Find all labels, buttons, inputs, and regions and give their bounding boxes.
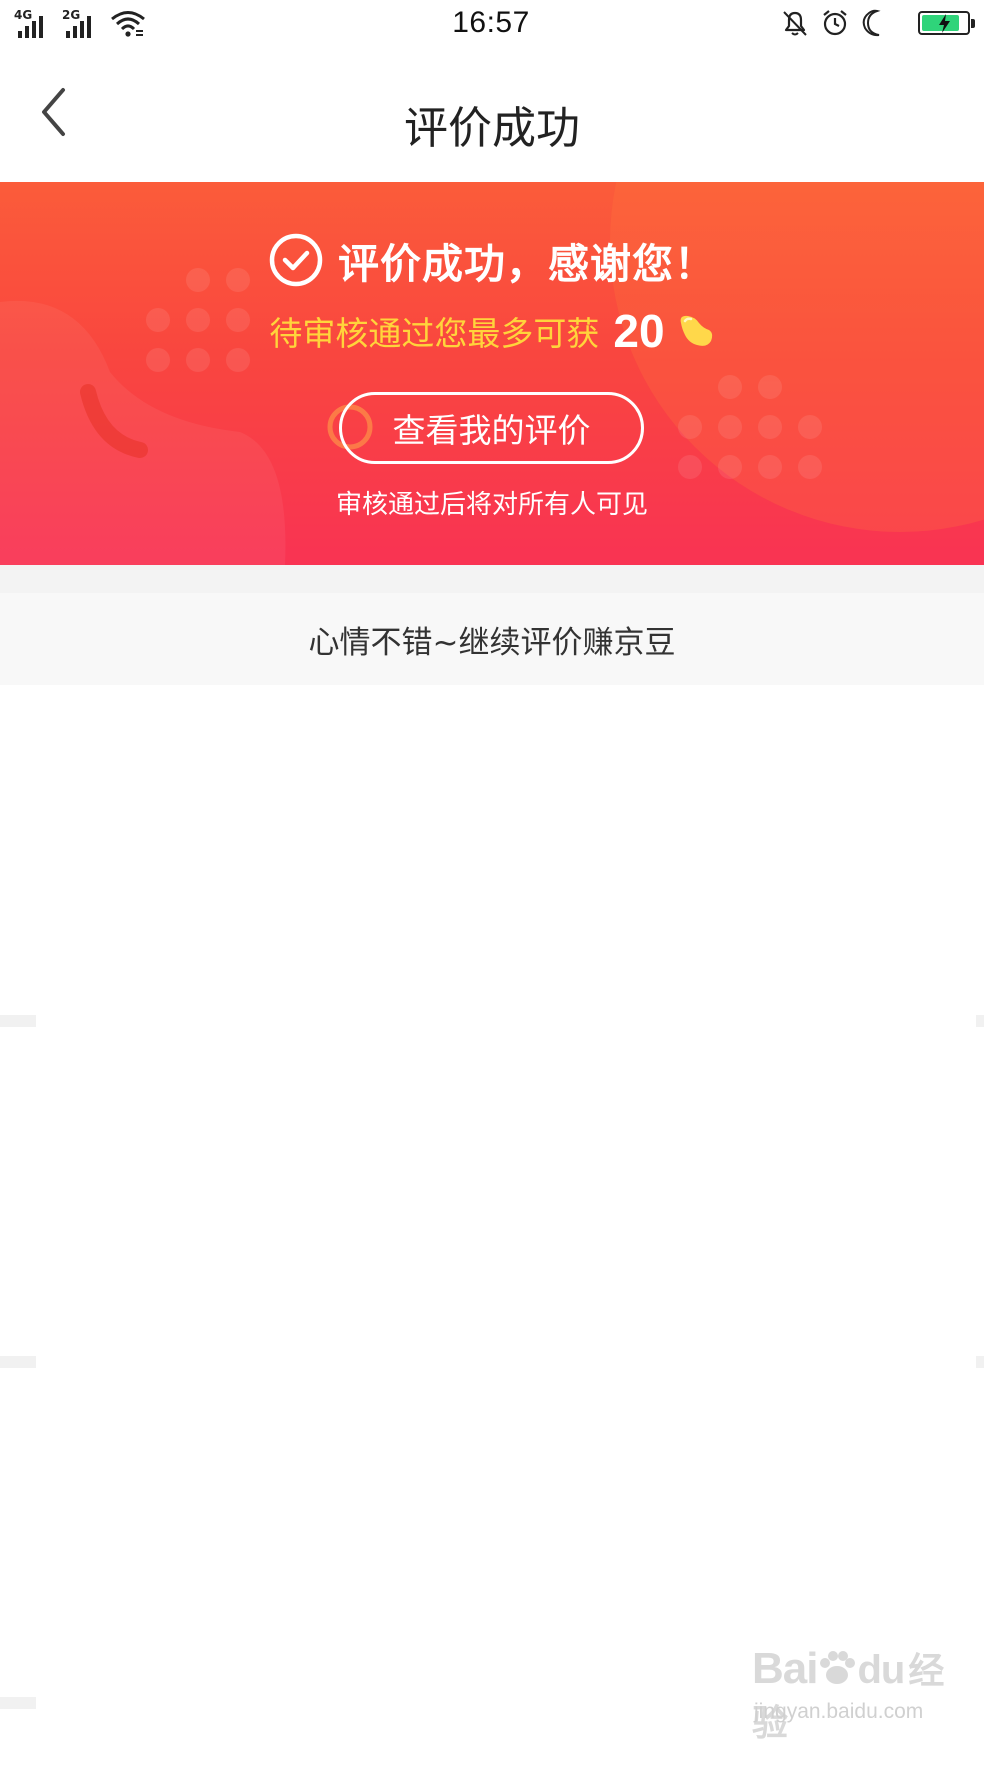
reward-text: 待审核通过您最多可获 xyxy=(269,314,600,353)
battery-charging-icon xyxy=(918,11,975,35)
continue-review-text: 心情不错~继续评价赚京豆 xyxy=(308,624,676,661)
divider-mark xyxy=(976,1356,984,1368)
divider-mark xyxy=(976,1015,984,1027)
reward-row: 待审核通过您最多可获 20 xyxy=(0,304,984,358)
continue-review-prompt: 心情不错~继续评价赚京豆 xyxy=(0,593,984,685)
moon-icon xyxy=(862,9,881,37)
status-bar-right xyxy=(780,8,975,38)
watermark-logo: Bai du 经验 xyxy=(752,1644,944,1743)
visibility-note: 审核通过后将对所有人可见 xyxy=(335,490,648,520)
nav-bar: 评价成功 xyxy=(0,52,1000,182)
view-my-review-button[interactable]: 查看我的评价 xyxy=(339,392,644,464)
success-banner: 评价成功，感谢您！ 待审核通过您最多可获 20 查看我的评价 审核通过后将对所有… xyxy=(0,182,984,565)
page-title: 评价成功 xyxy=(404,103,580,154)
reward-amount: 20 xyxy=(613,305,665,357)
paw-icon xyxy=(820,1651,856,1684)
divider-mark xyxy=(0,1697,36,1709)
jingdou-bean-icon xyxy=(680,315,712,346)
success-title: 评价成功，感谢您！ xyxy=(338,240,716,288)
watermark-url: jingyan.baidu.com xyxy=(754,1700,924,1723)
baidu-jingyan-watermark: Bai du 经验 jingyan.baidu.com xyxy=(752,1642,952,1743)
alarm-icon xyxy=(823,10,847,36)
status-bar: 4G 2G 16:57 xyxy=(0,0,1000,52)
check-circle-icon xyxy=(269,233,323,287)
bell-off-icon xyxy=(783,11,807,36)
divider-mark xyxy=(0,1356,36,1368)
success-row: 评价成功，感谢您！ xyxy=(0,230,984,290)
section-divider xyxy=(0,565,984,593)
divider-mark xyxy=(0,1015,36,1027)
